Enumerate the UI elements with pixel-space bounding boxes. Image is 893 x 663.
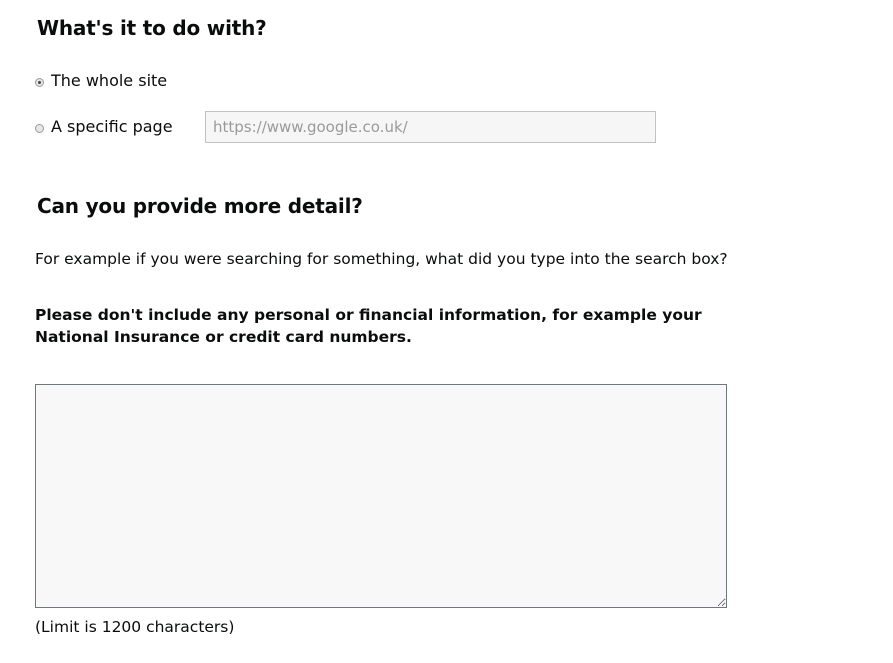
feedback-form: What's it to do with? The whole site A s…	[0, 0, 893, 663]
detail-heading: Can you provide more detail?	[37, 194, 363, 218]
radio-button-specific-page[interactable]	[35, 124, 44, 133]
radio-label-specific-page: A specific page	[51, 117, 173, 136]
page-url-input[interactable]	[205, 111, 656, 143]
radio-option-specific-page[interactable]: A specific page	[35, 117, 173, 137]
what-heading: What's it to do with?	[37, 16, 267, 40]
character-limit-note: (Limit is 1200 characters)	[35, 618, 235, 636]
radio-label-whole-site: The whole site	[51, 71, 168, 90]
detail-textarea[interactable]	[35, 384, 727, 608]
radio-option-whole-site[interactable]: The whole site	[35, 71, 167, 91]
radio-button-whole-site[interactable]	[35, 78, 44, 87]
detail-hint: For example if you were searching for so…	[35, 250, 728, 268]
privacy-warning: Please don't include any personal or fin…	[35, 306, 702, 346]
